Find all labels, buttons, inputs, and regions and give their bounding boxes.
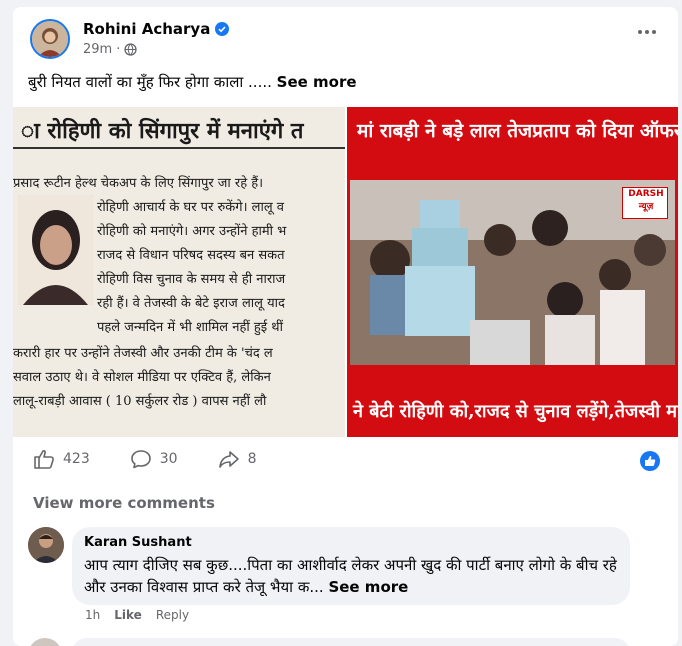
comment-count: 30	[159, 451, 178, 467]
clipping-line-4: राजद से विधान परिषद सदस्य बन सकत	[97, 248, 285, 263]
clipping-line-3: रोहिणी को मनाएंगे। अगर उन्होंने हामी भ	[97, 224, 287, 239]
post-images[interactable]: ा रोहिणी को सिंगापुर में मनाएंगे त प्रसा…	[13, 107, 678, 437]
author-avatar[interactable]	[30, 19, 70, 59]
clipping-line-8: करारी हार पर उन्होंने तेजस्वी और उनकी टी…	[13, 346, 273, 361]
clipping-line-5: रोहिणी विस चुनाव के समय से ही नाराज	[97, 272, 286, 287]
clipping-line-2: रोहिणी आचार्य के घर पर रुकेंगे। लालू व	[97, 200, 285, 215]
post-card: Rohini Acharya 29m · बुरी नियत वालों का …	[13, 7, 678, 646]
clipping-portrait	[18, 195, 93, 305]
news-graphic-image[interactable]: मां राबड़ी ने बड़े लाल तेजप्रताप को दिया…	[347, 107, 678, 437]
thumbs-up-icon	[34, 450, 54, 469]
channel-logo-text: DARSH न्यूज़	[628, 189, 664, 212]
clipping-line-10: लालू-राबड़ी आवास ( 10 सर्कुलर रोड ) वापस…	[13, 394, 267, 409]
post-time[interactable]: 29m	[83, 42, 112, 57]
commenter-avatar[interactable]	[28, 527, 64, 563]
clipping-line-9: सवाल उठाए थे। वे सोशल मीडिया पर एक्टिव ह…	[13, 370, 271, 385]
graphic-bottom-headline: ने बेटी रोहिणी को,राजद से चुनाव लड़ेंगे,…	[353, 401, 678, 422]
comment-actions: 1h Like Reply	[85, 608, 189, 622]
post-text: बुरी नियत वालों का मुँह फिर होगा काला ..…	[28, 72, 357, 92]
verified-badge-icon	[215, 22, 230, 36]
clipping-headline: ा रोहिणी को सिंगापुर में मनाएंगे त	[21, 118, 304, 144]
post-actions: 423 30 8	[33, 449, 256, 469]
share-count: 8	[247, 451, 257, 467]
like-count: 423	[63, 451, 90, 467]
share-action[interactable]: 8	[218, 449, 257, 469]
comment-reply-button[interactable]: Reply	[156, 608, 189, 622]
view-more-comments-link[interactable]: View more comments	[33, 494, 215, 512]
clipping-line-1: प्रसाद रूटीन हेल्थ चेकअप के लिए सिंगापुर…	[13, 176, 264, 191]
clipping-line-7: पहले जन्मदिन में भी शामिल नहीं हुई थीं	[97, 320, 283, 335]
next-commenter-avatar[interactable]	[28, 638, 62, 646]
like-reaction-icon[interactable]	[640, 451, 660, 471]
meta-separator: ·	[116, 42, 121, 57]
newspaper-clipping-image[interactable]: ा रोहिणी को सिंगापुर में मनाएंगे त प्रसा…	[13, 107, 345, 437]
share-icon	[218, 451, 239, 468]
comment-text-block: आप त्याग दीजिए सब कुछ....पिता का आशीर्वा…	[84, 554, 624, 598]
comment-icon	[130, 450, 151, 469]
comment-action[interactable]: 30	[130, 449, 178, 469]
commenter-name[interactable]: Karan Sushant	[84, 535, 192, 550]
more-options-icon[interactable]	[636, 25, 658, 39]
comment-time[interactable]: 1h	[85, 608, 100, 622]
next-comment-bubble	[72, 638, 630, 646]
graphic-top-headline: मां राबड़ी ने बड़े लाल तेजप्रताप को दिया…	[357, 120, 678, 142]
comment-like-button[interactable]: Like	[114, 608, 142, 622]
globe-icon	[124, 43, 138, 56]
author-name[interactable]: Rohini Acharya	[83, 20, 210, 38]
comment-see-more-link[interactable]: See more	[328, 578, 408, 596]
author-name-row: Rohini Acharya	[83, 20, 230, 38]
clipping-line-6: रही हैं। वे तेजस्वी के बेटे इराज लालू या…	[97, 296, 285, 311]
post-body: बुरी नियत वालों का मुँह फिर होगा काला ..…	[28, 73, 272, 91]
like-action[interactable]: 423	[33, 449, 90, 469]
comment-bubble: Karan Sushant आप त्याग दीजिए सब कुछ....प…	[72, 527, 630, 605]
post-meta: 29m ·	[83, 42, 138, 57]
clipping-divider	[13, 147, 345, 149]
post-see-more-link[interactable]: See more	[277, 73, 357, 91]
